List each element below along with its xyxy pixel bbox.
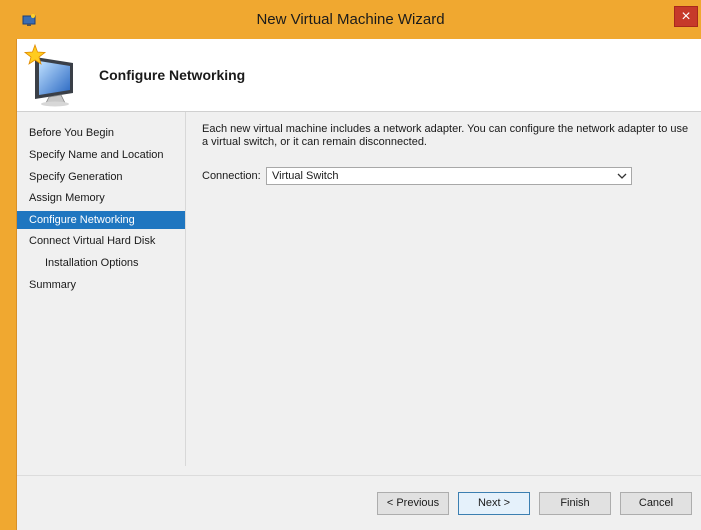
- step-connect-virtual-hard-disk[interactable]: Connect Virtual Hard Disk: [17, 232, 185, 250]
- page-content: Each new virtual machine includes a netw…: [202, 123, 692, 185]
- step-configure-networking[interactable]: Configure Networking: [17, 211, 185, 229]
- wizard-steps-nav: Before You Begin Specify Name and Locati…: [17, 112, 186, 466]
- monitor-star-icon: [23, 43, 73, 107]
- wizard-header: Configure Networking: [17, 39, 701, 112]
- step-specify-name-location[interactable]: Specify Name and Location: [17, 146, 185, 164]
- chevron-down-icon: [617, 173, 627, 179]
- description-text: Each new virtual machine includes a netw…: [202, 123, 689, 148]
- connection-select[interactable]: Virtual Switch: [266, 167, 632, 185]
- close-button[interactable]: ×: [674, 6, 698, 27]
- wizard-body: Configure Networking Before You Begin Sp…: [16, 39, 701, 530]
- connection-label: Connection:: [202, 170, 261, 182]
- window-title: New Virtual Machine Wizard: [256, 11, 445, 28]
- previous-button[interactable]: < Previous: [377, 492, 449, 515]
- step-specify-generation[interactable]: Specify Generation: [17, 168, 185, 186]
- step-installation-options[interactable]: Installation Options: [17, 254, 185, 272]
- step-assign-memory[interactable]: Assign Memory: [17, 189, 185, 207]
- wizard-window: New Virtual Machine Wizard × Configure N…: [0, 0, 701, 530]
- connection-row: Connection: Virtual Switch: [202, 165, 692, 187]
- cancel-button[interactable]: Cancel: [620, 492, 692, 515]
- next-button[interactable]: Next >: [458, 492, 530, 515]
- step-before-you-begin[interactable]: Before You Begin: [17, 124, 185, 142]
- connection-selected-value: Virtual Switch: [272, 170, 339, 182]
- title-bar[interactable]: New Virtual Machine Wizard ×: [0, 0, 701, 39]
- step-summary[interactable]: Summary: [17, 276, 185, 294]
- page-title: Configure Networking: [99, 67, 246, 83]
- finish-button[interactable]: Finish: [539, 492, 611, 515]
- footer-divider: [17, 475, 701, 476]
